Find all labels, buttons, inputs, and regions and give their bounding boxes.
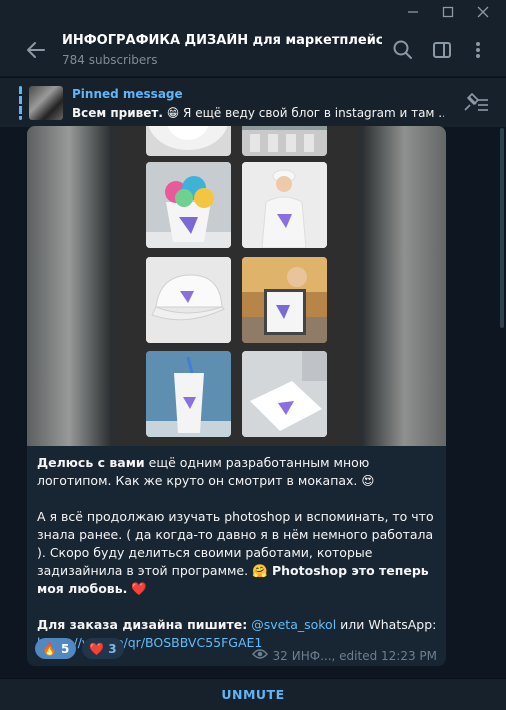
sidebar-toggle-icon[interactable] xyxy=(430,38,454,62)
reaction-count: 5 xyxy=(60,641,70,656)
unpin-list-icon[interactable] xyxy=(462,92,490,114)
chat-header: ИНФОГРАФИКА ДИЗАЙН для маркетплейсов W..… xyxy=(0,24,506,76)
back-arrow-icon[interactable] xyxy=(24,38,48,62)
caption-paragraph-2: А я всё продолжаю изучать photoshop и вс… xyxy=(37,509,434,596)
more-vert-icon[interactable] xyxy=(466,38,490,62)
mockup-tile-cup xyxy=(146,351,231,437)
message-bubble[interactable]: Делюсь с вами ещё одним разработанным мн… xyxy=(27,126,446,666)
close-icon[interactable] xyxy=(466,0,500,24)
message-meta: 32 ИНФ..., edited 12:23 PM xyxy=(252,648,437,663)
heart-emoji-icon: ❤️ xyxy=(89,641,105,656)
view-count: 32 xyxy=(272,648,288,663)
window-titlebar xyxy=(0,0,506,24)
minimize-icon[interactable] xyxy=(396,0,430,24)
reaction-heart[interactable]: ❤️ 3 xyxy=(82,638,124,659)
pinned-thumbnail xyxy=(29,86,63,120)
mockup-tile-stall xyxy=(242,126,327,156)
mockup-tile-business-card xyxy=(242,351,327,437)
pinned-indicator xyxy=(19,86,22,120)
fire-emoji-icon: 🔥 xyxy=(42,641,57,656)
logo-mockup-collage xyxy=(118,126,355,446)
mockup-tile-cap xyxy=(146,257,231,343)
subscriber-count: 784 subscribers xyxy=(62,53,158,67)
search-icon[interactable] xyxy=(391,38,415,62)
reaction-fire[interactable]: 🔥 5 xyxy=(35,638,77,659)
pinned-text: Всем привет. 😁 Я ещё веду свой блог в in… xyxy=(72,106,444,120)
mockup-tile-apron xyxy=(242,162,327,248)
message-photo[interactable] xyxy=(27,126,446,446)
caption-paragraph-1: Делюсь с вами ещё одним разработанным мн… xyxy=(37,455,375,488)
pinned-label: Pinned message xyxy=(72,87,183,101)
channel-title[interactable]: ИНФОГРАФИКА ДИЗАЙН для маркетплейсов W..… xyxy=(62,33,382,48)
mockup-tile-signboard xyxy=(242,257,327,343)
mockup-tile-ice-cream-cup xyxy=(146,162,231,248)
reaction-count: 3 xyxy=(108,641,117,656)
pinned-message-bar[interactable]: Pinned message Всем привет. 😁 Я ещё веду… xyxy=(0,77,506,127)
footer-bar: UNMUTE xyxy=(0,678,506,710)
username-link[interactable]: @sveta_sokol xyxy=(247,617,336,632)
message-caption: Делюсь с вами ещё одним разработанным мн… xyxy=(37,454,441,652)
unmute-button[interactable]: UNMUTE xyxy=(221,687,284,702)
reactions-row: 🔥 5 ❤️ 3 xyxy=(35,638,124,660)
eye-icon xyxy=(252,648,269,663)
maximize-icon[interactable] xyxy=(431,0,465,24)
edited-timestamp: ИНФ..., edited 12:23 PM xyxy=(291,648,437,663)
mockup-tile-plate xyxy=(146,126,231,156)
scrollbar[interactable] xyxy=(500,128,504,328)
